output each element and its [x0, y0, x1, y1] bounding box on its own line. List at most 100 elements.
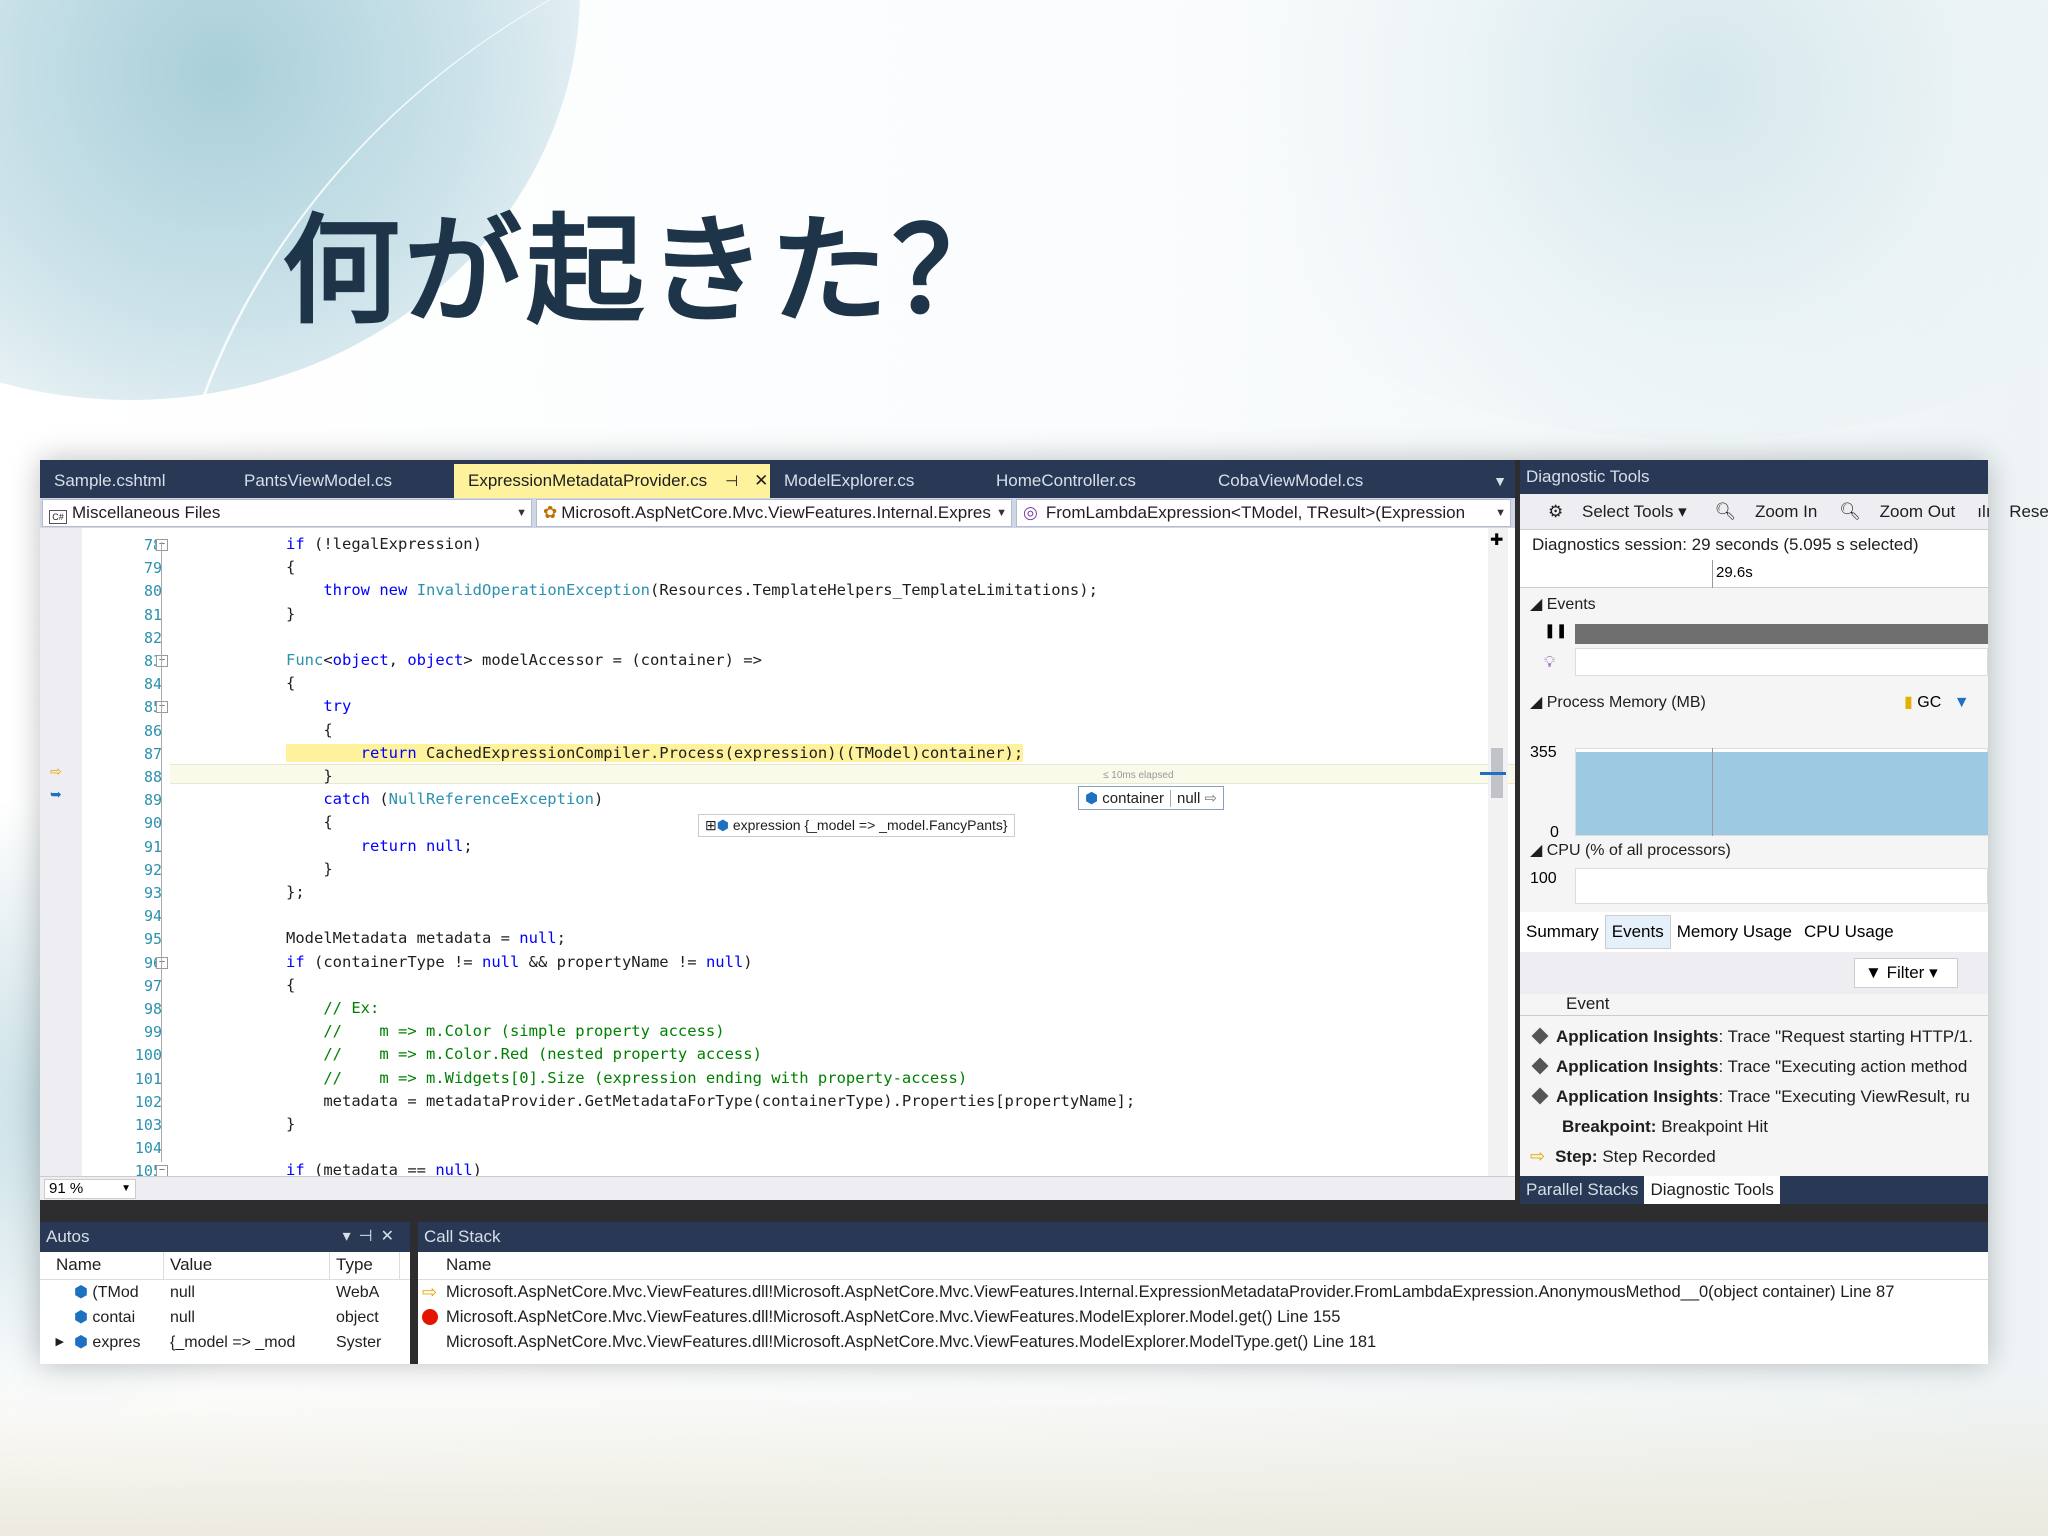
tab-cpu-usage[interactable]: CPU Usage	[1798, 922, 1900, 942]
code-line[interactable]: // Ex:	[286, 999, 379, 1017]
line-number: 78	[143, 536, 162, 554]
events-bar[interactable]	[1575, 624, 1988, 644]
code-line[interactable]: }	[286, 860, 332, 878]
event-row[interactable]: Breakpoint: Breakpoint Hit	[1520, 1112, 1988, 1142]
project-dropdown[interactable]: C# Miscellaneous Files ▼	[42, 499, 532, 527]
fold-toggle-icon[interactable]: −	[156, 956, 168, 969]
timeline-ruler[interactable]: 29.6s	[1520, 560, 1988, 588]
callstack-column-header: Name	[418, 1252, 1988, 1280]
code-line[interactable]: if (containerType != null && propertyNam…	[286, 953, 753, 971]
code-line[interactable]: throw new InvalidOperationException(Reso…	[286, 581, 1098, 599]
code-line[interactable]: // m => m.Widgets[0].Size (expression en…	[286, 1069, 967, 1087]
tab-expressionmetadataprovider[interactable]: ExpressionMetadataProvider.cs ⊣ ✕	[454, 464, 770, 498]
tab-homecontroller[interactable]: HomeController.cs	[982, 464, 1204, 498]
pin-icon[interactable]: ⊣	[725, 473, 738, 490]
tab-pantsviewmodel[interactable]: PantsViewModel.cs	[230, 464, 454, 498]
diagnostic-tools-panel: Diagnostic Tools ⚙ Select Tools ▾ 🔍︎ Zoo…	[1520, 460, 2048, 1204]
line-number: 98	[143, 1000, 162, 1018]
tab-summary[interactable]: Summary	[1520, 922, 1605, 942]
tab-parallel-stacks[interactable]: Parallel Stacks	[1520, 1176, 1644, 1204]
code-line[interactable]: // m => m.Color.Red (nested property acc…	[286, 1045, 762, 1063]
tab-diagnostic-tools[interactable]: Diagnostic Tools	[1644, 1176, 1780, 1204]
memory-graph[interactable]: 355 0 ◢ CPU (% of all processors)	[1520, 744, 1988, 868]
code-line[interactable]: ModelMetadata metadata = null;	[286, 929, 566, 947]
fold-toggle-icon[interactable]: −	[156, 1165, 168, 1176]
field-icon: ⬢	[74, 1309, 88, 1326]
fold-toggle-icon[interactable]: −	[156, 539, 168, 551]
code-line[interactable]: }	[286, 767, 332, 785]
window-controls[interactable]: ▾⊣✕	[343, 1222, 402, 1252]
fold-toggle-icon[interactable]: −	[156, 701, 168, 714]
autos-row[interactable]: ⬢ contai null object	[40, 1305, 410, 1330]
code-line[interactable]: if (!legalExpression)	[286, 535, 482, 553]
code-line[interactable]: }	[286, 605, 295, 623]
column-type[interactable]: Type	[330, 1252, 400, 1279]
column-name[interactable]: Name	[50, 1252, 164, 1279]
code-line[interactable]: {	[286, 721, 332, 739]
line-number: 93	[143, 884, 162, 902]
datatip-expression[interactable]: ⊞⬢ expression {_model => _model.FancyPan…	[698, 814, 1015, 837]
line-number: 88	[143, 768, 162, 786]
member-dropdown[interactable]: ◎ FromLambdaExpression<TModel, TResult>(E…	[1016, 499, 1511, 527]
code-line[interactable]: }	[286, 1115, 295, 1133]
callstack-row[interactable]: Microsoft.AspNetCore.Mvc.ViewFeatures.dl…	[418, 1305, 1988, 1330]
tab-cobaviewmodel[interactable]: CobaViewModel.cs	[1204, 464, 1424, 498]
column-value[interactable]: Value	[164, 1252, 330, 1279]
reset-button[interactable]: ılı Rese	[1963, 502, 2048, 522]
code-line[interactable]: };	[286, 883, 305, 901]
datatip-container[interactable]: ⬢ container null ⇨	[1078, 786, 1225, 810]
breakpoint-margin[interactable]	[40, 528, 82, 1176]
code-line[interactable]: return null;	[286, 837, 473, 855]
code-line[interactable]: return CachedExpressionCompiler.Process(…	[286, 743, 1024, 762]
autos-row[interactable]: ⬢ (TMod null WebA	[40, 1280, 410, 1305]
code-line[interactable]: // m => m.Color (simple property access)	[286, 1022, 724, 1040]
line-number: 79	[143, 559, 162, 578]
code-line[interactable]: {	[286, 976, 295, 994]
zoom-dropdown[interactable]: 91 % ▼	[44, 1179, 136, 1199]
callstack-title-bar: Call Stack	[418, 1222, 1988, 1252]
zoom-in-button[interactable]: 🔍︎ Zoom In	[1701, 502, 1818, 522]
event-row[interactable]: Application Insights: Trace "Executing a…	[1520, 1052, 1988, 1082]
tab-overflow-icon[interactable]: ▼	[1485, 464, 1515, 498]
event-row[interactable]: Application Insights: Trace "Executing V…	[1520, 1082, 1988, 1112]
code-line[interactable]: {	[286, 674, 295, 692]
line-number: 82	[143, 628, 162, 647]
tab-memory-usage[interactable]: Memory Usage	[1671, 922, 1798, 942]
reset-icon: ılı	[1977, 501, 1991, 521]
insights-icon	[1531, 1087, 1549, 1105]
callstack-row[interactable]: Microsoft.AspNetCore.Mvc.ViewFeatures.dl…	[418, 1330, 1988, 1355]
code-editor[interactable]: 78 if (!legalExpression) 79 {80 throw new I…	[40, 528, 1515, 1176]
filter-button[interactable]: ▼ Filter ▾	[1854, 958, 1958, 988]
event-column-header[interactable]: Event	[1520, 994, 1988, 1016]
select-tools-button[interactable]: ⚙ Select Tools ▾	[1534, 502, 1687, 522]
pin-icon[interactable]: ⇨	[1205, 790, 1218, 807]
call-stack-window: Call Stack Name ⇨ Microsoft.AspNetCore.Mv…	[418, 1222, 1988, 1364]
cpu-graph[interactable]: 100	[1520, 868, 1988, 912]
tab-sample-cshtml[interactable]: Sample.cshtml	[40, 464, 230, 498]
filter-icon: ▼	[1865, 963, 1882, 982]
code-line[interactable]: if (metadata == null)	[286, 1161, 482, 1176]
event-row[interactable]: ⇨ Step: Step Recorded	[1520, 1142, 1988, 1172]
session-info: Diagnostics session: 29 seconds (5.095 s…	[1520, 530, 1988, 560]
expand-icon[interactable]: ⊞	[705, 817, 717, 833]
event-row[interactable]: Application Insights: Trace "Request sta…	[1520, 1022, 1988, 1052]
code-line[interactable]: metadata = metadataProvider.GetMetadataF…	[286, 1092, 1135, 1110]
callstack-row[interactable]: ⇨ Microsoft.AspNetCore.Mvc.ViewFeatures.d…	[418, 1280, 1988, 1305]
code-line[interactable]: Func<object, object> modelAccessor = (co…	[286, 651, 762, 669]
code-line[interactable]: {	[286, 813, 332, 831]
line-number: 80	[143, 582, 162, 601]
code-line[interactable]: catch (NullReferenceException)	[286, 790, 603, 808]
autos-row[interactable]: ▶ ⬢ expres {_model => _mod Syster	[40, 1330, 410, 1355]
fold-toggle-icon[interactable]: −	[156, 655, 168, 667]
code-line[interactable]: {	[286, 558, 295, 576]
split-icon[interactable]: ✚	[1490, 530, 1503, 550]
zoom-out-button[interactable]: 🔍︎ Zoom Out	[1825, 502, 1955, 522]
tab-modelexplorer[interactable]: ModelExplorer.cs	[770, 464, 982, 498]
tab-events[interactable]: Events	[1604, 915, 1671, 949]
vertical-scrollbar[interactable]: ✚	[1480, 528, 1508, 1176]
line-number: 89	[143, 791, 162, 810]
code-line[interactable]: try	[286, 697, 351, 715]
type-dropdown[interactable]: ✿ Microsoft.AspNetCore.Mvc.ViewFeatures.I…	[536, 499, 1012, 527]
insights-icon	[1531, 1027, 1549, 1045]
close-icon[interactable]: ✕	[754, 471, 768, 490]
